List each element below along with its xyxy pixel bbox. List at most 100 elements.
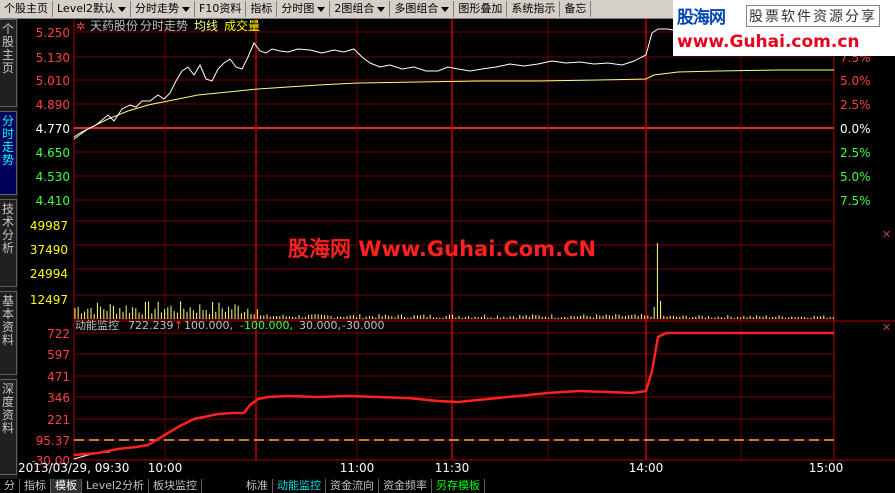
indicator-header: 动能监控 722.239 ↑ 100.000, -100.000, 30.000…: [75, 318, 384, 332]
time-label: 10:00: [148, 461, 183, 475]
side-tab[interactable]: 分时走势: [0, 111, 17, 195]
price-label: 4.530: [36, 170, 70, 184]
toolbar-button-label: Level2默认: [57, 2, 116, 15]
brand-name: 股海网: [677, 8, 726, 28]
side-tab[interactable]: 深度资料: [0, 379, 17, 475]
bottom-tab[interactable]: Level2分析: [82, 479, 150, 493]
volume-label: 24994: [30, 267, 68, 281]
watermark: 股海网 Www.Guhai.Com.CN: [288, 237, 597, 261]
time-label: 11:30: [435, 461, 470, 475]
price-label: 4.770: [36, 122, 70, 136]
toolbar-button[interactable]: 多图组合: [390, 1, 455, 17]
toolbar-button[interactable]: F10资料: [195, 1, 247, 17]
toolbar-button-label: 分时走势: [135, 2, 180, 15]
time-label: 14:00: [629, 461, 664, 475]
percent-axis-labels: 7.5%5.0%2.5%0.0%2.5%5.0%7.5%: [840, 51, 871, 208]
dropdown-arrow-icon[interactable]: [118, 6, 127, 12]
side-tab[interactable]: 个股主页: [0, 19, 17, 107]
stock-name: 天药股份: [90, 19, 138, 33]
indicator-label: 221: [47, 413, 70, 427]
side-tab[interactable]: 基本资料: [0, 291, 17, 375]
indicator-label: 471: [47, 370, 70, 384]
indicator-label: 95.37: [36, 434, 70, 448]
indicator-value: 722.239: [128, 319, 174, 332]
indicator-param-3: 30.000,: [299, 319, 341, 332]
dropdown-arrow-icon[interactable]: [377, 6, 386, 12]
indicator-param-4: -30.000: [342, 319, 384, 332]
toolbar-button-label: 图形叠加: [458, 2, 503, 15]
toolbar-button[interactable]: 个股主页: [0, 1, 53, 17]
toolbar-button-label: 个股主页: [4, 2, 48, 15]
price-label: 4.890: [36, 98, 70, 112]
close-icon: ✕: [882, 228, 891, 241]
price-label: 4.410: [36, 194, 70, 208]
price-label: 5.130: [36, 51, 70, 65]
toolbar-button[interactable]: 分时走势: [131, 1, 196, 17]
indicator-label: 597: [47, 348, 70, 362]
bottom-tab[interactable]: 动能监控: [273, 479, 327, 493]
toolbar-button-label: 系统指示: [511, 2, 556, 15]
price-axis-labels: 5.250 5.130 5.010 4.890 4.770 4.650 4.530 4.410: [36, 26, 70, 208]
volume-label: 49987: [30, 219, 68, 233]
legend-volume: 成交量: [224, 19, 260, 33]
chart-name: 分时走势: [140, 19, 188, 33]
percent-label: 2.5%: [840, 146, 871, 160]
indicator-label: 346: [47, 391, 70, 405]
bottom-tab[interactable]: 标准: [242, 479, 274, 493]
toolbar-button-label: F10资料: [199, 2, 242, 15]
bottom-tab[interactable]: 分: [0, 479, 20, 493]
indicator-param-2: -100.000,: [240, 319, 293, 332]
dropdown-arrow-icon[interactable]: [182, 6, 191, 12]
toolbar-button[interactable]: 2图组合: [330, 1, 391, 17]
toolbar-button-label: 多图组合: [394, 2, 439, 15]
indicator-up-arrow-icon: ↑: [174, 319, 183, 332]
percent-label: 0.0%: [840, 122, 871, 136]
legend-avg: 均线: [194, 19, 218, 33]
bottom-tab[interactable]: 资金流向: [326, 479, 380, 493]
indicator-axis-labels: 72259747134622195.37-30.00: [31, 327, 70, 468]
brand-slogan: 股票软件资源分享: [746, 5, 880, 27]
brand-logo: 股海网 股票软件资源分享 www.Guhai.com.cn: [673, 0, 895, 56]
brand-url: www.Guhai.com.cn: [677, 32, 860, 52]
side-tab[interactable]: 技术分析: [0, 199, 17, 287]
price-label: 4.650: [36, 146, 70, 160]
dropdown-arrow-icon[interactable]: [317, 6, 326, 12]
toolbar-button[interactable]: Level2默认: [53, 1, 132, 17]
toolbar-button[interactable]: 图形叠加: [454, 1, 508, 17]
indicator-label: 722: [47, 327, 70, 341]
time-label: 15:00: [809, 461, 844, 475]
volume-label: 12497: [30, 293, 68, 307]
side-tab-bar: 个股主页分时走势技术分析基本资料深度资料: [0, 19, 18, 479]
percent-label: 7.5%: [840, 194, 871, 208]
bottom-tab-bar: 分指标 模板 Level2分析 板块监控 标准 动能监控 资金流向 资金频率 另存模板: [0, 479, 895, 493]
price-panel-header: ✲ 天药股份 分时走势 均线 成交量: [76, 18, 260, 33]
bottom-tab[interactable]: 资金频率: [379, 479, 433, 493]
toolbar-button-label: 指标: [250, 2, 273, 15]
date-label: 2013/03/29, 09:30: [18, 461, 129, 475]
toolbar-button-label: 备忘: [564, 2, 587, 15]
indicator-line: [73, 331, 834, 457]
volume-label: 37490: [30, 243, 68, 257]
indicator-name: 动能监控: [75, 318, 119, 332]
bottom-tab[interactable]: 板块监控: [149, 479, 203, 493]
toolbar-button[interactable]: 分时图: [277, 1, 331, 17]
percent-label: 5.0%: [840, 170, 871, 184]
indicator-param-1: 100.000,: [184, 319, 233, 332]
volume-axis-labels: 49987 37490 24994 12497: [30, 219, 68, 307]
bottom-tab[interactable]: 指标: [20, 479, 51, 493]
header-star-icon: ✲: [76, 20, 85, 33]
bottom-tab[interactable]: 模板: [51, 479, 82, 493]
toolbar-button-label: 2图组合: [334, 2, 375, 15]
toolbar-button[interactable]: 备忘: [560, 1, 592, 17]
toolbar-button[interactable]: 指标: [246, 1, 278, 17]
price-label: 5.250: [36, 26, 70, 40]
percent-label: 5.0%: [840, 74, 871, 88]
bottom-tab[interactable]: 另存模板: [432, 479, 486, 493]
toolbar-button-label: 分时图: [281, 2, 315, 15]
time-label: 11:00: [340, 461, 375, 475]
toolbar-button[interactable]: 系统指示: [507, 1, 561, 17]
price-label: 5.010: [36, 74, 70, 88]
dropdown-arrow-icon[interactable]: [441, 6, 450, 12]
percent-label: 2.5%: [840, 98, 871, 112]
time-axis: 2013/03/29, 09:30 10:00 11:00 11:30 14:00 15…: [18, 461, 843, 475]
